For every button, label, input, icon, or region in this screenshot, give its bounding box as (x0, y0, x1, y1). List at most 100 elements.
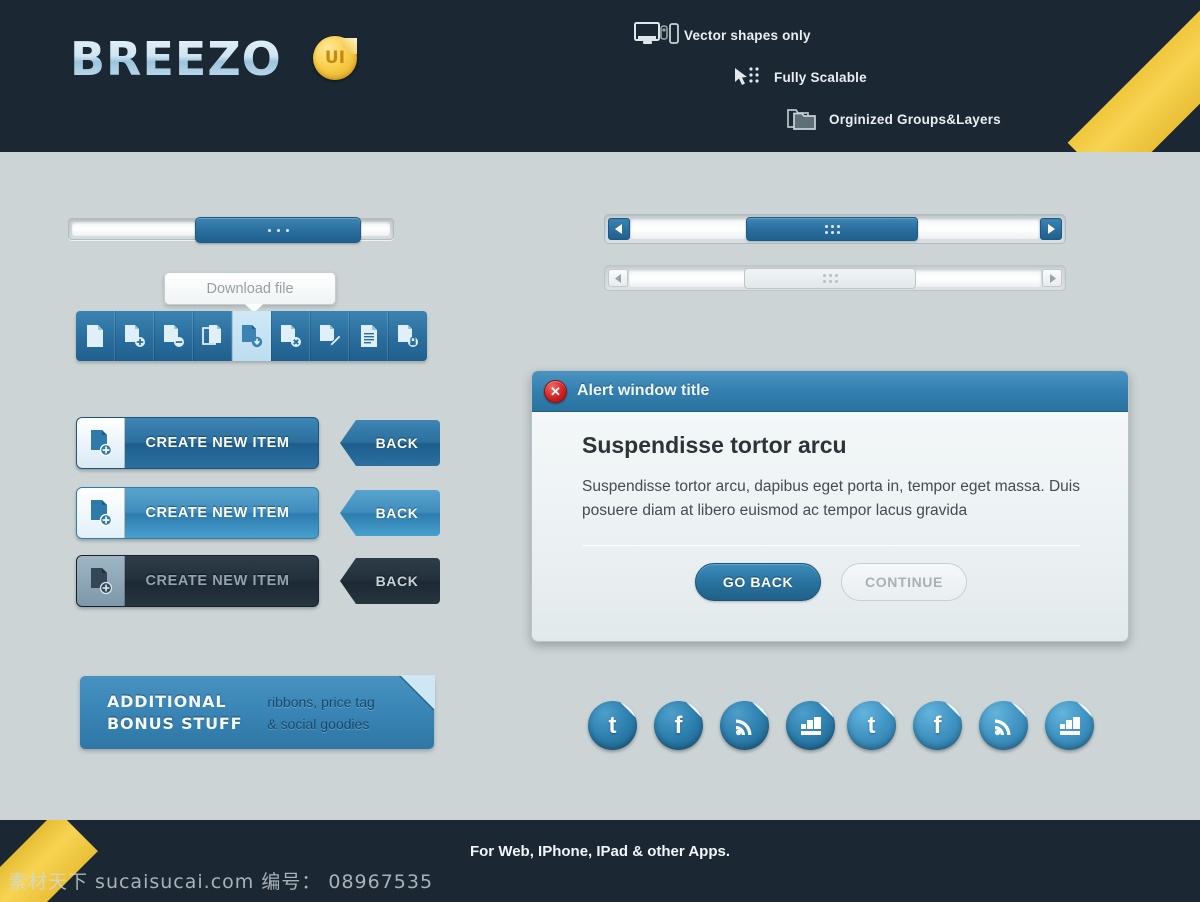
arrow-left-icon[interactable] (608, 269, 628, 287)
arrow-right-icon[interactable] (1042, 269, 1062, 287)
feature-item-vector: Vector shapes only (630, 14, 1100, 56)
facebook-icon[interactable]: f (654, 701, 703, 750)
file-add-icon (77, 488, 125, 538)
facebook-glyph: f (933, 711, 942, 739)
back-button-normal[interactable]: BACK (340, 420, 440, 466)
six-dots-grip (822, 273, 838, 283)
alert-heading: Suspendisse tortor arcu (582, 432, 847, 458)
file-blank-icon (85, 324, 105, 348)
toolbar-button-delete-file[interactable] (271, 311, 310, 361)
bonus-ribbon-banner: ADDITIONAL BONUS STUFF ribbons, price ta… (80, 675, 435, 749)
social-icons-normal: t f (588, 701, 835, 750)
feature-item-scalable: Fully Scalable (630, 56, 1100, 98)
toolbar-button-lock-file[interactable] (388, 311, 427, 361)
sticker-peel (683, 701, 703, 721)
file-add-icon (124, 324, 146, 348)
continue-button[interactable]: CONTINUE (841, 563, 967, 601)
file-toolbar (76, 311, 427, 361)
twitter-glyph: t (867, 711, 876, 739)
myspace-glyph (1059, 716, 1081, 736)
file-add-icon (77, 418, 125, 468)
create-new-item-label: CREATE NEW ITEM (145, 435, 290, 451)
toolbar-button-remove-file[interactable] (154, 311, 193, 361)
create-new-item-label: CREATE NEW ITEM (145, 505, 290, 521)
feature-label: Vector shapes only (684, 27, 811, 43)
progress-slider[interactable] (68, 217, 394, 243)
scrollbar-track[interactable] (631, 217, 1039, 241)
file-text-icon (359, 324, 379, 348)
toolbar-button-text-file[interactable] (349, 311, 388, 361)
file-add-icon (77, 556, 125, 606)
facebook-glyph: f (674, 711, 683, 739)
myspace-glyph (800, 716, 822, 736)
create-new-item-button-hover[interactable]: CREATE NEW ITEM (76, 487, 319, 539)
scrollbar-thumb[interactable] (746, 217, 918, 241)
toolbar-button-edit-file[interactable] (310, 311, 349, 361)
ribbon-sub-line1: ribbons, price tag (267, 693, 375, 710)
toolbar-button-new-file[interactable] (76, 311, 115, 361)
file-delete-icon (280, 324, 302, 348)
file-lock-icon (397, 324, 419, 348)
back-button-label: BACK (375, 435, 419, 451)
ribbon-fold-corner (400, 675, 435, 710)
back-button-disabled[interactable]: BACK (340, 558, 440, 604)
ribbon-sub-line2: & social goodies (267, 715, 370, 732)
three-dots-grip (267, 228, 289, 232)
twitter-icon[interactable]: t (847, 701, 896, 750)
alert-actions: GO BACK CONTINUE (582, 563, 1080, 601)
brand-badge-label: UI (324, 48, 346, 68)
sticker-peel (876, 701, 896, 721)
ribbon-title-line1: ADDITIONAL (107, 691, 227, 711)
rss-icon[interactable] (979, 701, 1028, 750)
twitter-glyph: t (608, 711, 617, 739)
back-button-label: BACK (375, 573, 419, 589)
slider-handle[interactable] (195, 217, 361, 243)
back-button-label: BACK (375, 505, 419, 521)
ribbon-title-line2: BONUS STUFF (107, 713, 243, 733)
toolbar-button-download-file[interactable] (232, 311, 271, 361)
scrollbar-track[interactable] (629, 267, 1041, 289)
tooltip-label: Download file (206, 280, 294, 297)
feature-label: Fully Scalable (774, 69, 867, 85)
rss-glyph (734, 715, 756, 737)
myspace-icon[interactable] (786, 701, 835, 750)
alert-titlebar: ✕ Alert window title (532, 371, 1128, 412)
create-new-item-label: CREATE NEW ITEM (145, 573, 290, 589)
alert-divider (582, 545, 1080, 546)
page-footer: For Web, IPhone, IPad & other Apps. 素材天下… (0, 820, 1200, 902)
brand-badge: UI (313, 36, 357, 80)
six-dots-grip (824, 224, 840, 234)
close-icon[interactable]: ✕ (544, 379, 567, 403)
scrollbar-inactive[interactable] (604, 265, 1066, 291)
brand-name: BREEZO (70, 32, 282, 86)
ribbon-subtitle: ribbons, price tag & social goodies (242, 691, 374, 735)
folder-icon (775, 107, 829, 131)
back-button-hover[interactable]: BACK (340, 490, 440, 536)
ribbon-title: ADDITIONAL BONUS STUFF (80, 691, 242, 735)
arrow-left-icon[interactable] (608, 218, 630, 240)
scrollbar-thumb[interactable] (744, 267, 916, 289)
myspace-icon[interactable] (1045, 701, 1094, 750)
arrow-right-icon[interactable] (1040, 218, 1062, 240)
facebook-icon[interactable]: f (913, 701, 962, 750)
cursor-scale-icon (720, 66, 774, 88)
toolbar-button-copy-file[interactable] (193, 311, 232, 361)
file-download-icon (241, 324, 263, 348)
file-edit-icon (319, 324, 341, 348)
feature-item-groups: Orginized Groups&Layers (630, 98, 1100, 140)
file-remove-icon (163, 324, 185, 348)
devices-icon (630, 22, 684, 48)
feature-list: Vector shapes only Fully Scalable Orgini… (630, 14, 1100, 140)
watermark: 素材天下 sucaisucai.com 编号： 08967535 (8, 871, 434, 893)
alert-window-title: Alert window title (577, 382, 710, 399)
create-new-item-button-normal[interactable]: CREATE NEW ITEM (76, 417, 319, 469)
create-new-item-button-disabled[interactable]: CREATE NEW ITEM (76, 555, 319, 607)
alert-window: ✕ Alert window title Suspendisse tortor … (531, 370, 1129, 642)
page-header: BREEZO UI Vector shapes only Fully Scala… (0, 0, 1200, 152)
toolbar-button-add-file[interactable] (115, 311, 154, 361)
rss-icon[interactable] (720, 701, 769, 750)
twitter-icon[interactable]: t (588, 701, 637, 750)
scrollbar-active[interactable] (604, 214, 1066, 244)
brand-logo: BREEZO UI (70, 32, 357, 86)
go-back-button[interactable]: GO BACK (695, 563, 821, 601)
